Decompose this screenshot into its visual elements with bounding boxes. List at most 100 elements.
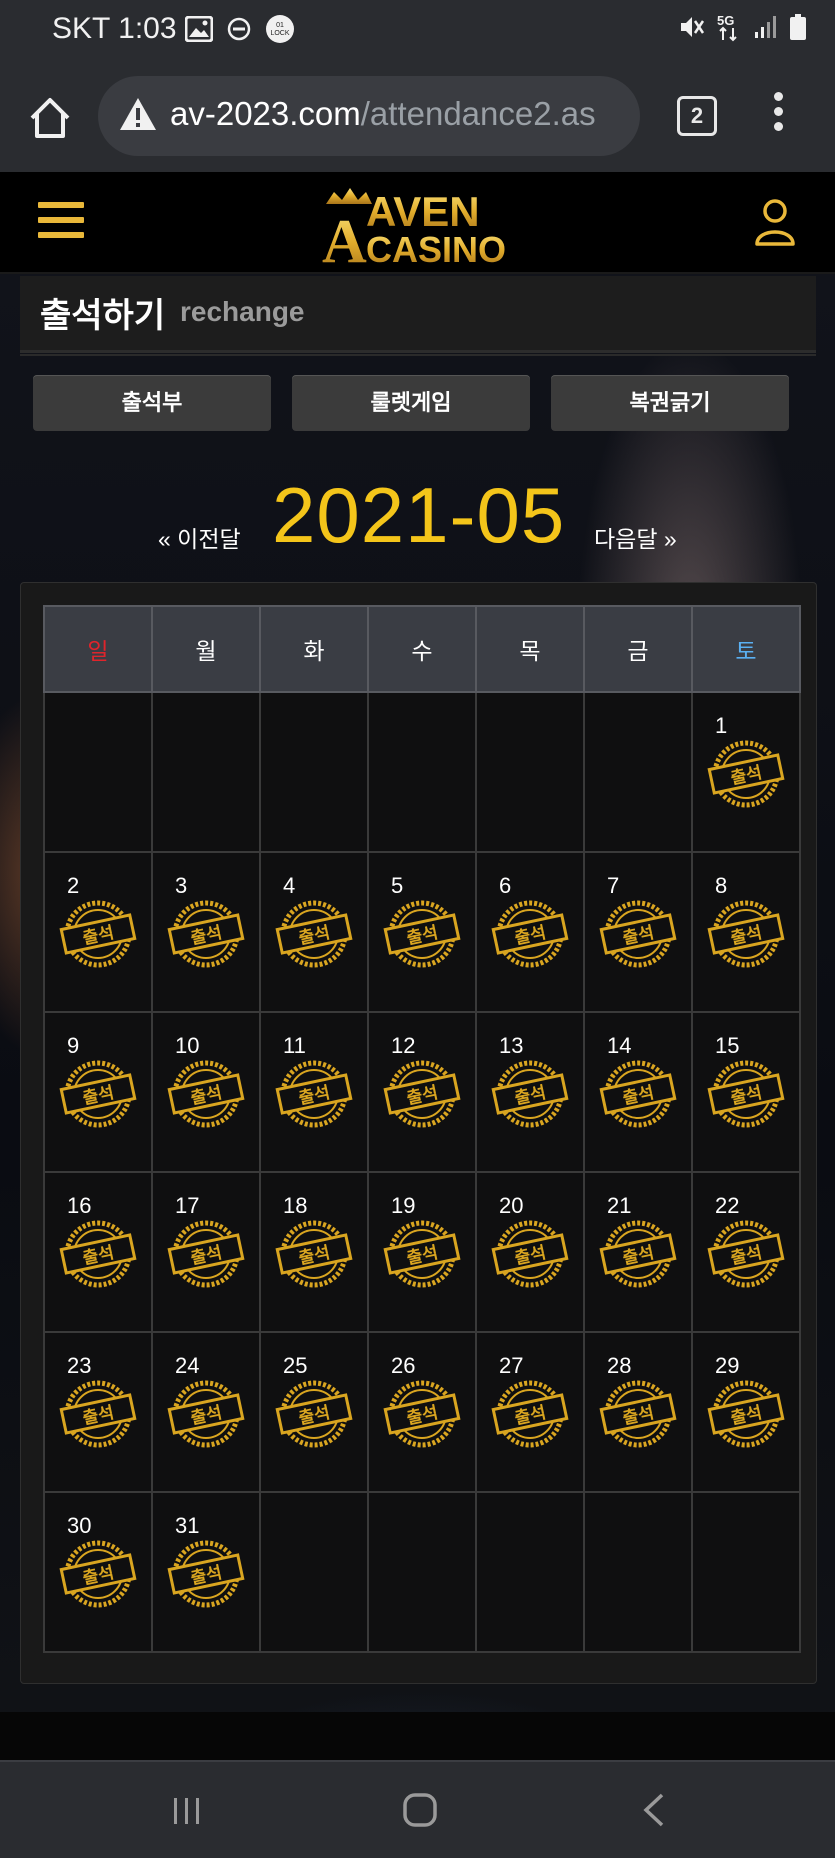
attendance-stamp-icon: 출석: [167, 1380, 245, 1448]
day-number: 4: [283, 873, 296, 898]
url-host: av-2023.com: [170, 95, 361, 132]
home-icon[interactable]: [402, 1792, 438, 1828]
status-left-icons: 01 LOCK: [185, 14, 295, 44]
calendar-day-cell[interactable]: 10 출석: [151, 1011, 261, 1173]
status-carrier-time: SKT 1:03: [52, 12, 177, 45]
calendar-day-cell[interactable]: 26 출석: [367, 1331, 477, 1493]
attendance-stamp-icon: 출석: [707, 1380, 785, 1448]
tab-roulette[interactable]: 룰렛게임: [292, 375, 530, 431]
attendance-stamp-icon: 출석: [707, 740, 785, 808]
calendar-day-cell[interactable]: 8 출석: [691, 851, 801, 1013]
day-number: 8: [715, 873, 728, 898]
calendar-day-cell[interactable]: 31 출석: [151, 1491, 261, 1653]
calendar-day-cell[interactable]: 21 출석: [583, 1171, 693, 1333]
attendance-stamp-icon: 출석: [59, 1380, 137, 1448]
calendar-day-cell[interactable]: 9 출석: [43, 1011, 153, 1173]
calendar-day-cell[interactable]: 3 출석: [151, 851, 261, 1013]
calendar-day-cell[interactable]: 1 출석: [691, 691, 801, 853]
warning-icon[interactable]: [118, 96, 158, 132]
logo-line2: CASINO: [366, 229, 506, 266]
day-number: 22: [715, 1193, 740, 1218]
back-icon[interactable]: [640, 1792, 666, 1828]
calendar-day-cell[interactable]: 18 출석: [259, 1171, 369, 1333]
calendar-day-cell[interactable]: 15 출석: [691, 1011, 801, 1173]
site-logo[interactable]: A AVEN CASINO: [320, 182, 520, 266]
calendar-day-cell[interactable]: 22 출석: [691, 1171, 801, 1333]
calendar-day-cell[interactable]: 4 출석: [259, 851, 369, 1013]
calendar-day-cell[interactable]: 17 출석: [151, 1171, 261, 1333]
status-bar: SKT 1:03 01 LOCK 5G: [0, 0, 835, 58]
page-footer: [0, 1712, 835, 1760]
calendar-day-cell[interactable]: 27 출석: [475, 1331, 585, 1493]
attendance-stamp-icon: 출석: [599, 1060, 677, 1128]
calendar-day-cell[interactable]: 28 출석: [583, 1331, 693, 1493]
calendar-day-cell[interactable]: 14 출석: [583, 1011, 693, 1173]
day-number: 10: [175, 1033, 200, 1058]
attendance-stamp-icon: 출석: [383, 1220, 461, 1288]
calendar-day-cell[interactable]: 7 출석: [583, 851, 693, 1013]
calendar-day-cell[interactable]: 5 출석: [367, 851, 477, 1013]
next-month-link[interactable]: 다음달 »: [594, 520, 677, 554]
calendar-empty-cell: [259, 1491, 369, 1653]
recent-apps-icon[interactable]: [172, 1796, 202, 1826]
weekday-header-row: 일 월 화 수 목 금 토: [43, 605, 801, 693]
attendance-stamp-icon: 출석: [167, 1220, 245, 1288]
day-number: 1: [715, 713, 728, 738]
day-number: 11: [283, 1033, 306, 1058]
address-bar[interactable]: av-2023.com/attendance2.as: [98, 76, 640, 156]
calendar-day-cell[interactable]: 25 출석: [259, 1331, 369, 1493]
calendar-day-cell[interactable]: 30 출석: [43, 1491, 153, 1653]
calendar-week-row: 30 출석 31 출석: [43, 1491, 801, 1653]
mute-icon: [681, 17, 705, 37]
attendance-stamp-icon: 출석: [599, 900, 677, 968]
site-header: A AVEN CASINO: [0, 172, 835, 274]
calendar-day-cell[interactable]: 24 출석: [151, 1331, 261, 1493]
calendar-empty-cell: [367, 1491, 477, 1653]
calendar-week-row: 23 출석 24 출석 25 출석 26 출석 27 출석 28 출석 29 출석: [43, 1331, 801, 1493]
attendance-stamp-icon: 출석: [275, 900, 353, 968]
tab-attendance[interactable]: 출석부: [33, 375, 271, 431]
logo-line1: AVEN: [366, 188, 480, 235]
user-icon[interactable]: [754, 198, 796, 246]
system-nav-bar: [0, 1760, 835, 1858]
browser-home-icon[interactable]: [26, 94, 74, 142]
day-number: 3: [175, 873, 188, 898]
calendar-empty-cell: [691, 1491, 801, 1653]
url-text[interactable]: av-2023.com/attendance2.as: [170, 95, 596, 133]
calendar-day-cell[interactable]: 13 출석: [475, 1011, 585, 1173]
browser-toolbar: av-2023.com/attendance2.as 2: [0, 58, 835, 172]
month-navigation: « 이전달 2021-05 다음달 »: [0, 460, 835, 570]
day-number: 14: [607, 1033, 632, 1058]
weekday-wed: 수: [367, 605, 477, 693]
weekday-tue: 화: [259, 605, 369, 693]
lock-badge-icon: 01 LOCK: [266, 15, 294, 43]
browser-menu-icon[interactable]: [766, 92, 790, 136]
attendance-stamp-icon: 출석: [599, 1380, 677, 1448]
calendar-day-cell[interactable]: 16 출석: [43, 1171, 153, 1333]
day-number: 28: [607, 1353, 632, 1378]
calendar-day-cell[interactable]: 6 출석: [475, 851, 585, 1013]
attendance-stamp-icon: 출석: [59, 900, 137, 968]
prev-month-link[interactable]: « 이전달: [158, 520, 241, 554]
calendar-day-cell[interactable]: 19 출석: [367, 1171, 477, 1333]
page-title-bar: 출석하기 rechange: [20, 276, 816, 353]
5g-icon: 5G: [717, 13, 737, 42]
day-number: 24: [175, 1353, 200, 1378]
calendar-day-cell[interactable]: 23 출석: [43, 1331, 153, 1493]
calendar-day-cell[interactable]: 29 출석: [691, 1331, 801, 1493]
weekday-mon: 월: [151, 605, 261, 693]
calendar-week-row: 9 출석 10 출석 11 출석 12 출석 13 출석 14 출석 15 출석: [43, 1011, 801, 1173]
calendar-day-cell[interactable]: 12 출석: [367, 1011, 477, 1173]
calendar-day-cell[interactable]: 20 출석: [475, 1171, 585, 1333]
hamburger-menu-icon[interactable]: [38, 202, 84, 242]
tab-lottery[interactable]: 복권긁기: [551, 375, 789, 431]
tab-switcher-button[interactable]: 2: [677, 96, 717, 136]
gallery-icon: [185, 16, 213, 42]
calendar-day-cell[interactable]: 2 출석: [43, 851, 153, 1013]
title-divider: [20, 354, 816, 356]
attendance-stamp-icon: 출석: [383, 900, 461, 968]
day-number: 27: [499, 1353, 524, 1378]
calendar-day-cell[interactable]: 11 출석: [259, 1011, 369, 1173]
calendar-empty-cell: [475, 691, 585, 853]
day-number: 20: [499, 1193, 524, 1218]
